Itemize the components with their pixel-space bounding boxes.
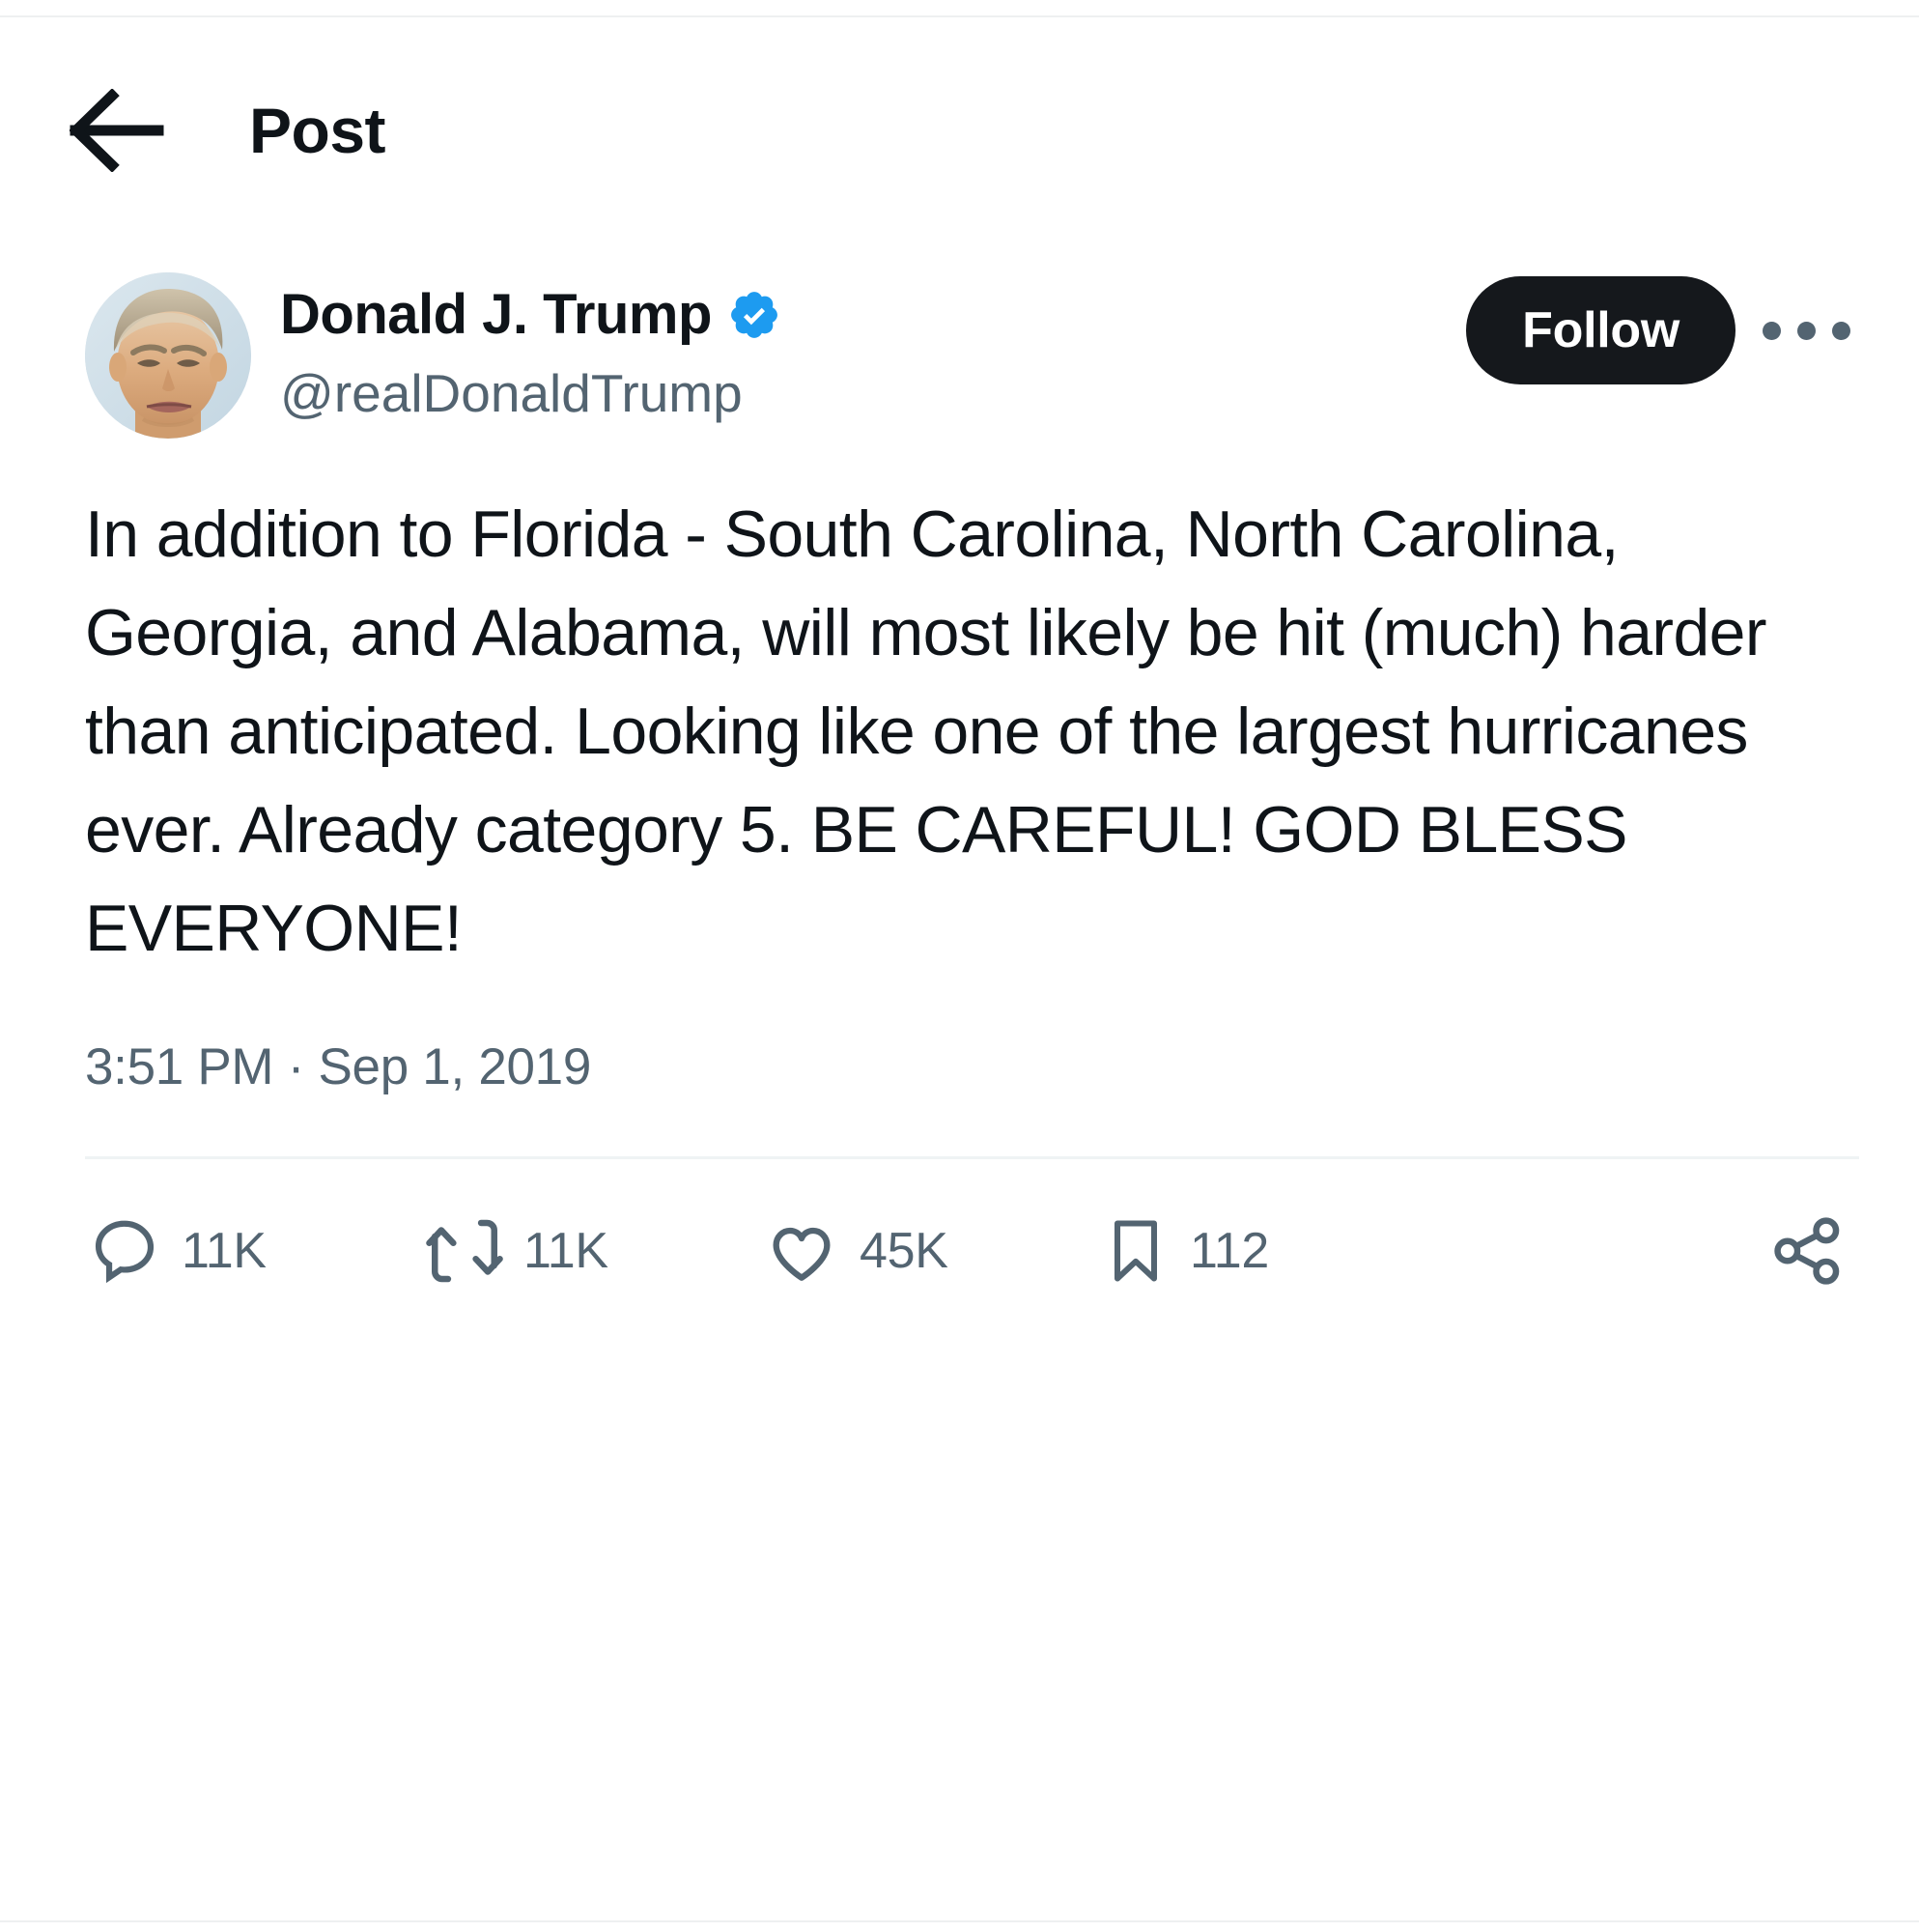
author-display-name[interactable]: Donald J. Trump: [280, 287, 712, 343]
retweet-count: 11K: [523, 1223, 608, 1279]
more-options-button[interactable]: [1753, 277, 1859, 384]
bookmark-icon: [1101, 1214, 1171, 1288]
action-bar: 11K 11K 45K 112: [0, 1159, 1919, 1343]
more-horizontal-icon: [1762, 321, 1850, 340]
retweet-button[interactable]: 11K: [425, 1211, 763, 1291]
avatar-image: [85, 272, 251, 439]
post-page: Post Donald J. Trump @realDonaldTrump Fo…: [0, 0, 1919, 1932]
post-timestamp[interactable]: 3:51 PM · Sep 1, 2019: [0, 1037, 1919, 1096]
reply-count: 11K: [182, 1223, 267, 1279]
author-name-line: Donald J. Trump: [280, 278, 781, 352]
author-actions: Follow: [1466, 276, 1859, 384]
avatar[interactable]: [85, 272, 251, 439]
author-handle[interactable]: @realDonaldTrump: [280, 367, 781, 420]
share-icon: [1768, 1211, 1848, 1291]
post-container: Donald J. Trump @realDonaldTrump Follow: [0, 251, 1919, 1343]
retweet-icon: [425, 1211, 504, 1291]
verified-badge-icon: [727, 288, 781, 342]
post-text: In addition to Florida - South Carolina,…: [85, 497, 1785, 965]
share-button[interactable]: [1768, 1211, 1848, 1291]
reply-icon: [87, 1213, 162, 1289]
back-arrow-icon: [70, 89, 166, 172]
top-edge: [0, 0, 1919, 17]
reply-button[interactable]: 11K: [87, 1213, 425, 1289]
back-button[interactable]: [60, 77, 176, 184]
bookmark-button[interactable]: 112: [1101, 1214, 1420, 1288]
author-meta: Donald J. Trump @realDonaldTrump: [280, 278, 781, 420]
like-count: 45K: [860, 1223, 948, 1279]
heart-icon: [763, 1212, 840, 1290]
like-button[interactable]: 45K: [763, 1212, 1101, 1290]
follow-button[interactable]: Follow: [1466, 276, 1736, 384]
page-header: Post: [0, 68, 1919, 193]
bookmark-count: 112: [1190, 1223, 1270, 1279]
bottom-edge: [0, 1920, 1919, 1932]
author-row: Donald J. Trump @realDonaldTrump Follow: [0, 251, 1919, 444]
page-title: Post: [249, 95, 386, 166]
